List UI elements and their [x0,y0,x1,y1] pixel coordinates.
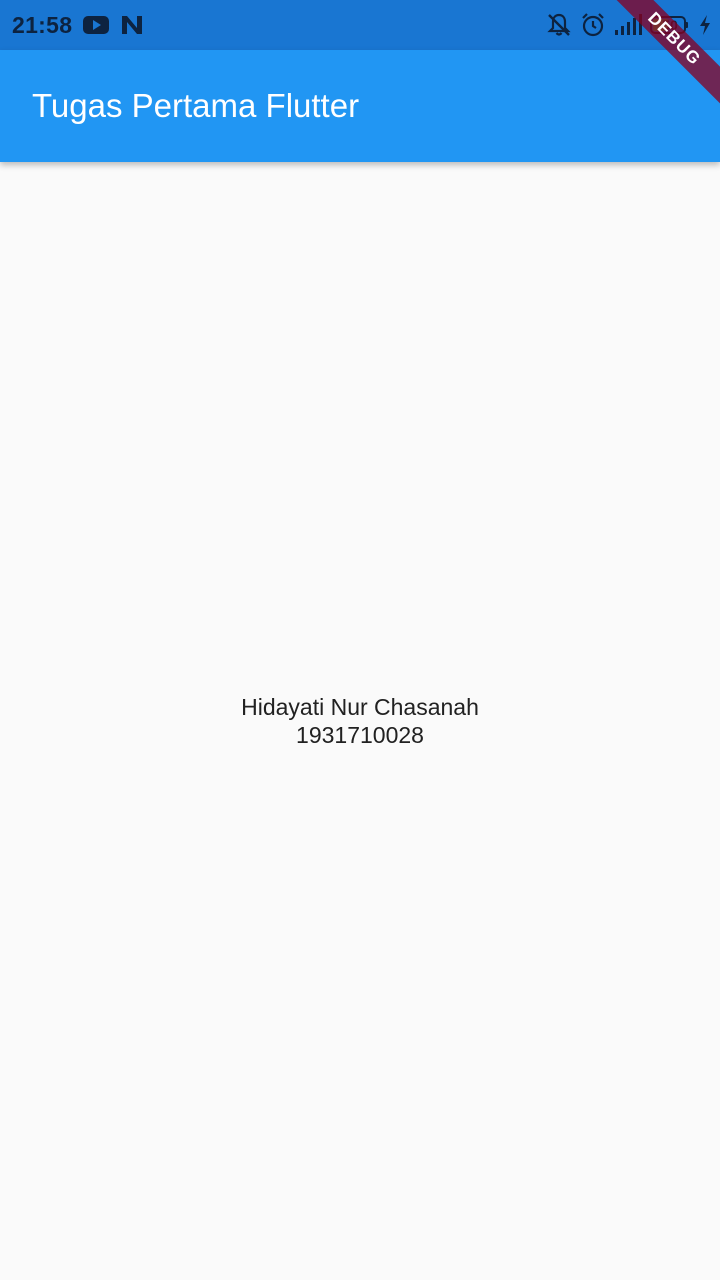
signal-icon [614,13,642,37]
status-bar-right: 50 [546,0,712,50]
charging-icon [698,14,712,36]
alarm-icon [580,12,606,38]
center-text-block: Hidayati Nur Chasanah 1931710028 [241,693,479,749]
student-id: 1931710028 [296,722,424,748]
battery-level: 50 [662,17,678,33]
app-screen: 21:58 50 Tugas Pertama Flutter Hidayati … [0,0,720,1280]
app-bar-title: Tugas Pertama Flutter [32,87,360,124]
status-bar-left: 21:58 [12,0,144,50]
body-content: Hidayati Nur Chasanah 1931710028 [0,162,720,1280]
student-name: Hidayati Nur Chasanah [241,694,479,720]
battery-icon: 50 [650,15,690,35]
status-bar: 21:58 50 [0,0,720,50]
status-time: 21:58 [12,11,73,38]
n-app-icon [120,14,144,36]
youtube-icon [82,14,110,36]
app-bar: Tugas Pertama Flutter [0,50,720,162]
notifications-off-icon [546,12,572,38]
